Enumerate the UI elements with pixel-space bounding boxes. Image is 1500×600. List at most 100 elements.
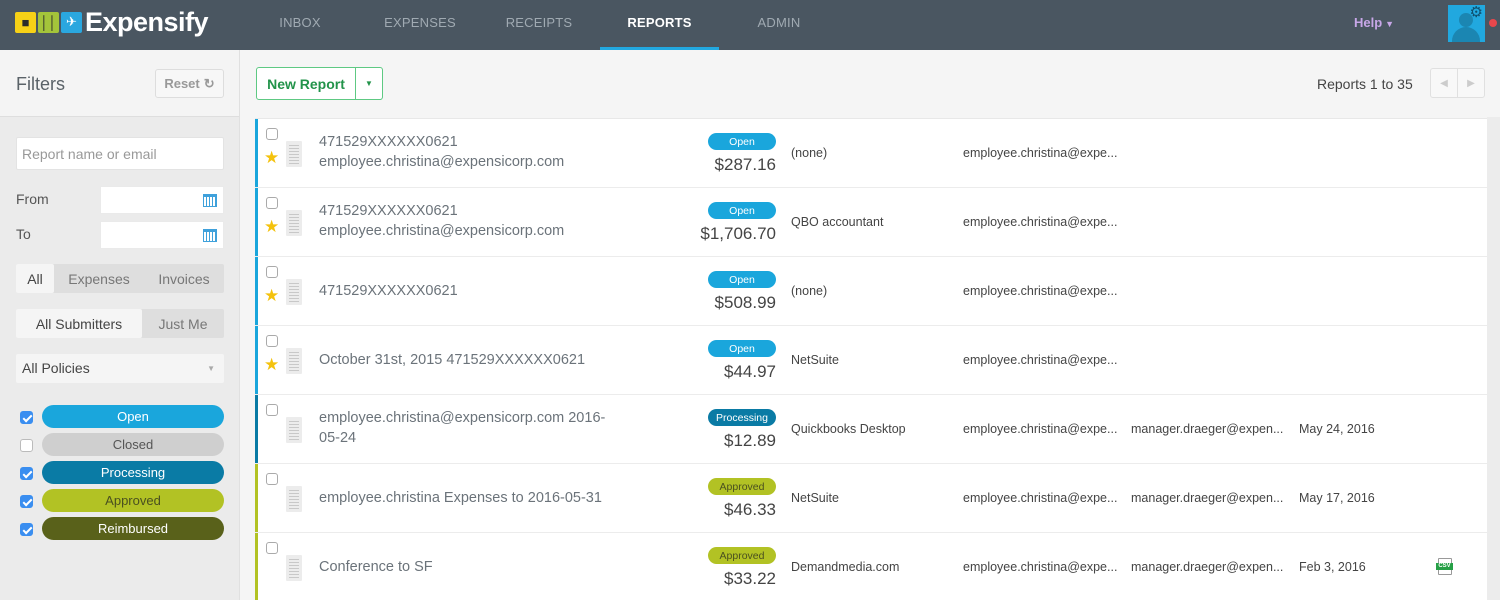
to-date-field[interactable] bbox=[100, 221, 224, 249]
report-title[interactable]: 471529XXXXXX0621 employee.christina@expe… bbox=[319, 132, 619, 172]
status-filter-closed: Closed bbox=[0, 433, 240, 457]
type-filter-all[interactable]: All bbox=[16, 264, 54, 293]
status-checkbox[interactable] bbox=[20, 523, 33, 536]
type-filter-invoices[interactable]: Invoices bbox=[144, 264, 224, 293]
user-avatar[interactable]: ⚙ bbox=[1448, 5, 1485, 42]
status-pill[interactable]: Processing bbox=[42, 461, 224, 484]
report-amount: $33.22 bbox=[724, 569, 776, 588]
report-policy: QBO accountant bbox=[791, 215, 884, 229]
brand-name: Expensify bbox=[85, 7, 209, 37]
report-title[interactable]: 471529XXXXXX0621 bbox=[319, 281, 619, 301]
from-date-field[interactable] bbox=[100, 186, 224, 214]
status-pill[interactable]: Open bbox=[42, 405, 224, 428]
report-submitter: employee.christina@expe... bbox=[963, 491, 1118, 505]
report-amount: $508.99 bbox=[714, 293, 776, 312]
new-report-dropdown[interactable]: ▼ bbox=[356, 68, 382, 99]
type-filter-expenses[interactable]: Expenses bbox=[54, 264, 144, 293]
report-row[interactable]: employee.christina Expenses to 2016-05-3… bbox=[255, 464, 1488, 533]
type-filter-segment: All Expenses Invoices bbox=[16, 264, 224, 293]
chevron-left-icon: ◀ bbox=[1440, 77, 1448, 89]
row-checkbox[interactable] bbox=[266, 128, 278, 140]
report-row[interactable]: ★ 471529XXXXXX0621 employee.christina@ex… bbox=[255, 119, 1488, 188]
row-checkbox[interactable] bbox=[266, 197, 278, 209]
policy-select[interactable]: All Policies ▼ bbox=[16, 354, 224, 383]
star-icon[interactable]: ★ bbox=[264, 356, 279, 373]
report-row[interactable]: Conference to SF Approved $33.22 Demandm… bbox=[255, 533, 1488, 600]
notification-dot bbox=[1489, 19, 1497, 27]
report-search-input[interactable] bbox=[16, 137, 224, 170]
status-color-bar bbox=[255, 257, 258, 325]
scrollbar-track[interactable] bbox=[1487, 117, 1500, 600]
row-checkbox[interactable] bbox=[266, 335, 278, 347]
report-title[interactable]: employee.christina Expenses to 2016-05-3… bbox=[319, 488, 619, 508]
csv-export-icon[interactable]: CSV bbox=[1436, 558, 1453, 575]
report-policy: NetSuite bbox=[791, 491, 839, 505]
report-row[interactable]: ★ 471529XXXXXX0621 employee.christina@ex… bbox=[255, 188, 1488, 257]
taxi-icon: ■ bbox=[15, 11, 36, 33]
report-date: May 24, 2016 bbox=[1299, 422, 1375, 436]
calendar-icon[interactable] bbox=[203, 229, 217, 242]
submitter-filter-all-submitters[interactable]: All Submitters bbox=[16, 309, 142, 338]
expensify-logo[interactable]: ■ ││ ✈ Expensify bbox=[15, 7, 209, 37]
report-amount: $44.97 bbox=[724, 362, 776, 381]
nav-tab-admin[interactable]: ADMIN bbox=[720, 0, 838, 50]
status-color-bar bbox=[255, 188, 258, 256]
star-icon[interactable]: ★ bbox=[264, 149, 279, 166]
status-pill[interactable]: Reimbursed bbox=[42, 517, 224, 540]
report-title[interactable]: Conference to SF bbox=[319, 557, 619, 577]
report-submitter: employee.christina@expe... bbox=[963, 422, 1118, 436]
report-title[interactable]: October 31st, 2015 471529XXXXXX0621 bbox=[319, 350, 619, 370]
status-checkbox[interactable] bbox=[20, 467, 33, 480]
status-pill[interactable]: Approved bbox=[42, 489, 224, 512]
row-checkbox[interactable] bbox=[266, 266, 278, 278]
reports-toolbar: New Report ▼ Reports 1 to 35 ◀ ▶ bbox=[241, 50, 1500, 117]
filters-header: Filters Reset ↻ bbox=[0, 50, 239, 117]
status-badge: Open bbox=[708, 202, 776, 219]
reset-button[interactable]: Reset ↻ bbox=[155, 69, 224, 98]
report-submitter: employee.christina@expe... bbox=[963, 215, 1118, 229]
refresh-icon: ↻ bbox=[203, 75, 215, 91]
caret-down-icon: ▼ bbox=[365, 79, 373, 88]
calendar-icon[interactable] bbox=[203, 194, 217, 207]
pagination: ◀ ▶ bbox=[1430, 68, 1485, 98]
top-nav-bar: ■ ││ ✈ Expensify INBOX EXPENSES RECEIPTS RE… bbox=[0, 0, 1500, 50]
help-menu[interactable]: Help ▼ bbox=[1354, 15, 1394, 30]
nav-tab-expenses[interactable]: EXPENSES bbox=[368, 0, 472, 50]
report-row[interactable]: ★ October 31st, 2015 471529XXXXXX0621 Op… bbox=[255, 326, 1488, 395]
report-amount: $12.89 bbox=[724, 431, 776, 450]
row-checkbox[interactable] bbox=[266, 542, 278, 554]
report-submitter: employee.christina@expe... bbox=[963, 353, 1118, 367]
report-title[interactable]: employee.christina@expensicorp.com 2016-… bbox=[319, 408, 619, 448]
report-row[interactable]: employee.christina@expensicorp.com 2016-… bbox=[255, 395, 1488, 464]
status-color-bar bbox=[255, 533, 258, 600]
row-checkbox[interactable] bbox=[266, 473, 278, 485]
policy-select-value: All Policies bbox=[22, 360, 90, 376]
star-icon[interactable]: ★ bbox=[264, 218, 279, 235]
row-checkbox[interactable] bbox=[266, 404, 278, 416]
report-submitter: employee.christina@expe... bbox=[963, 284, 1118, 298]
nav-tab-receipts[interactable]: RECEIPTS bbox=[489, 0, 589, 50]
report-document-icon bbox=[286, 348, 302, 374]
status-checkbox[interactable] bbox=[20, 411, 33, 424]
status-pill[interactable]: Closed bbox=[42, 433, 224, 456]
report-approver: manager.draeger@expen... bbox=[1131, 560, 1284, 574]
new-report-button[interactable]: New Report bbox=[257, 68, 356, 99]
status-filter-processing: Processing bbox=[0, 461, 240, 485]
status-checkbox[interactable] bbox=[20, 495, 33, 508]
report-amount: $287.16 bbox=[714, 155, 776, 174]
star-icon[interactable]: ★ bbox=[264, 287, 279, 304]
submitter-filter-just-me[interactable]: Just Me bbox=[142, 309, 224, 338]
nav-tab-reports[interactable]: REPORTS bbox=[600, 0, 719, 50]
report-document-icon bbox=[286, 279, 302, 305]
next-page-button[interactable]: ▶ bbox=[1458, 69, 1484, 97]
status-checkbox[interactable] bbox=[20, 439, 33, 452]
prev-page-button[interactable]: ◀ bbox=[1431, 69, 1458, 97]
report-title[interactable]: 471529XXXXXX0621 employee.christina@expe… bbox=[319, 201, 619, 241]
csv-label: CSV bbox=[1436, 563, 1453, 570]
new-report-button-group: New Report ▼ bbox=[256, 67, 383, 100]
report-row[interactable]: ★ 471529XXXXXX0621 Open $508.99 (none) e… bbox=[255, 257, 1488, 326]
status-color-bar bbox=[255, 464, 258, 532]
status-badge: Processing bbox=[708, 409, 776, 426]
gear-icon: ⚙ bbox=[1469, 5, 1483, 21]
nav-tab-inbox[interactable]: INBOX bbox=[260, 0, 340, 50]
